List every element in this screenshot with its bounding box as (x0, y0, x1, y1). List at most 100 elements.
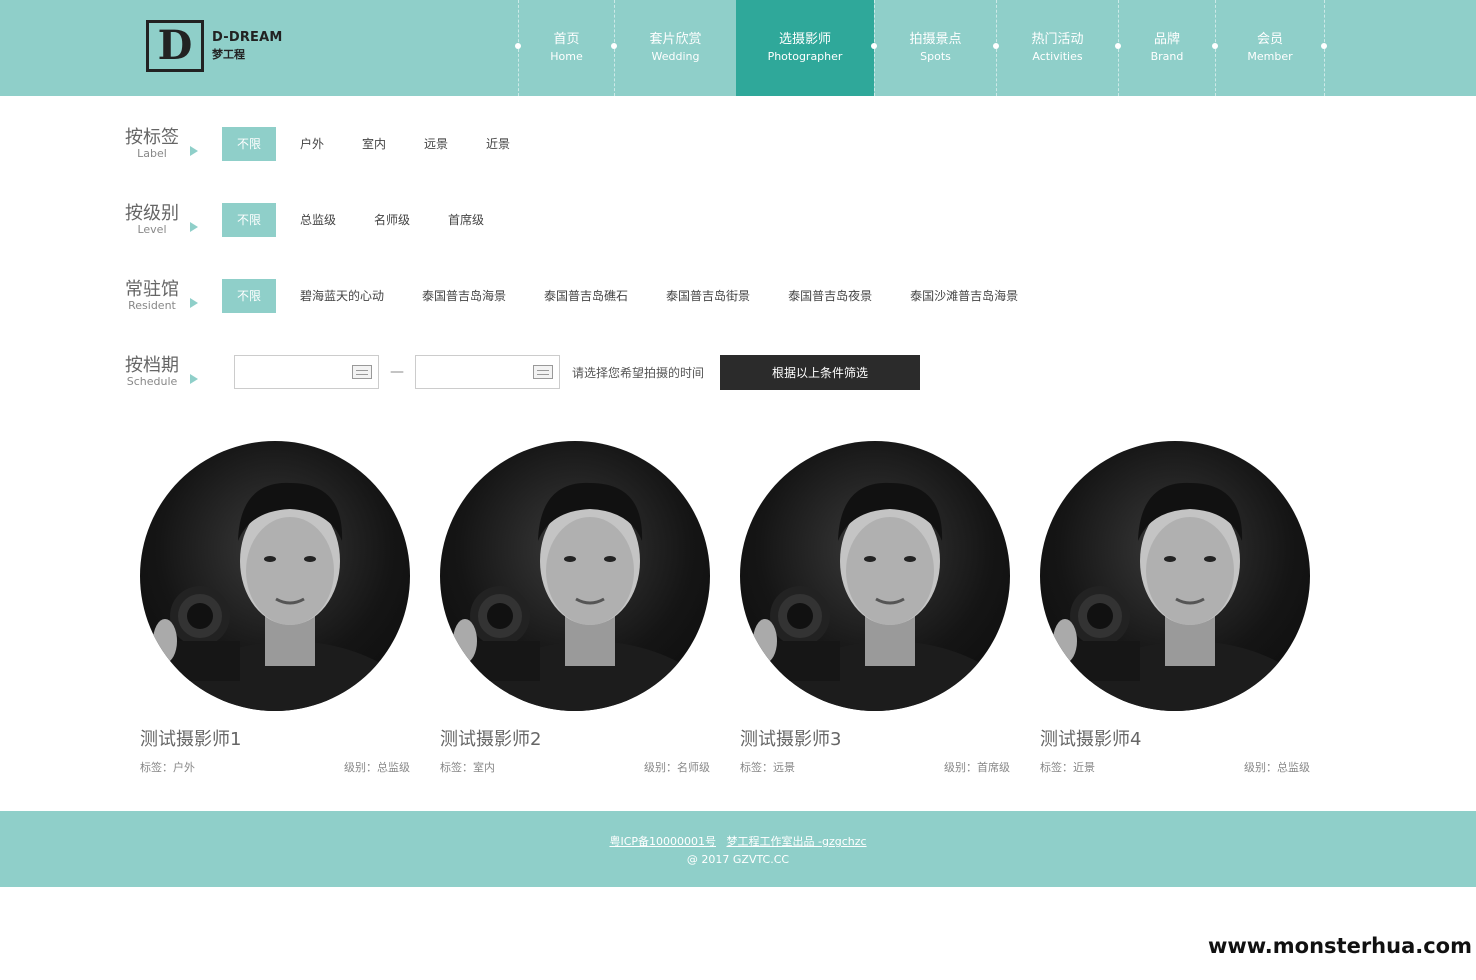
filter-label-title: 按标签 (125, 127, 179, 149)
icp-link[interactable]: 粤ICP备10000001号 (609, 835, 716, 848)
tag-value: 户外 (173, 761, 195, 774)
schedule-hint: 请选择您希望拍摄的时间 (572, 365, 705, 380)
nav-item-spots[interactable]: 拍摄景点 Spots (871, 0, 996, 96)
photographer-meta: 标签：远景 级别：首席级 (740, 759, 1010, 775)
filter-label-option[interactable]: 远景 (410, 127, 462, 161)
filter-label-option[interactable]: 室内 (348, 127, 400, 161)
photographer-card[interactable]: 测试摄影师3 标签：远景 级别：首席级 (740, 441, 1010, 775)
photographer-portrait-icon (150, 482, 410, 711)
photographer-tag: 标签：远景 (740, 759, 795, 775)
nav-separator-dot (1115, 43, 1121, 49)
nav-label-cn: 拍摄景点 (909, 32, 962, 47)
filter-resident-option[interactable]: 碧海蓝天的心动 (286, 279, 398, 313)
nav-separator-dot (871, 43, 877, 49)
photographer-tag: 标签：户外 (140, 759, 195, 775)
nav-separator-dot (515, 43, 521, 49)
photographer-level: 级别：总监级 (344, 759, 410, 775)
tag-label: 标签： (440, 761, 473, 774)
nav-label-en: Spots (920, 50, 951, 63)
site-footer: 粤ICP备10000001号 梦工程工作室出品 -gzgchzc @ 2017 … (0, 811, 1476, 887)
filter-schedule-subtitle: Schedule (126, 374, 178, 388)
photographer-meta: 标签：近景 级别：总监级 (1040, 759, 1310, 775)
level-value: 名师级 (677, 761, 710, 774)
nav-item-brand[interactable]: 品牌 Brand (1115, 0, 1215, 96)
nav-item-wedding[interactable]: 套片欣赏 Wedding (611, 0, 736, 96)
filter-level-title: 按级别 (125, 203, 179, 225)
nav-label-en: Wedding (651, 50, 700, 63)
photographer-portrait-icon (750, 482, 1010, 711)
filter-resident-title: 常驻馆 (125, 279, 179, 301)
filter-level-option[interactable]: 总监级 (286, 203, 350, 237)
main-nav: 首页 Home 套片欣赏 Wedding 选摄影师 Photographer 拍摄景点 Spo… (515, 0, 1327, 96)
level-value: 总监级 (1277, 761, 1310, 774)
filter-resident-option[interactable]: 不限 (222, 279, 276, 313)
photographer-level: 级别：总监级 (1244, 759, 1310, 775)
photographer-level: 级别：首席级 (944, 759, 1010, 775)
logo-mark-icon: D (146, 20, 204, 72)
filter-row-schedule: 按档期 Schedule — 请选择您希望拍摄的时间 根据以上条件筛选 (124, 354, 921, 390)
calendar-icon[interactable] (352, 365, 372, 379)
site-logo[interactable]: D D-DREAM 梦工程 (146, 20, 283, 72)
nav-label-cn: 热门活动 (1031, 32, 1084, 47)
photographer-card[interactable]: 测试摄影师1 标签：户外 级别：总监级 (140, 441, 410, 775)
end-date-input[interactable] (415, 355, 560, 389)
filter-label-subtitle: Label (137, 146, 167, 160)
nav-label-cn: 会员 (1256, 32, 1283, 47)
photographer-name[interactable]: 测试摄影师2 (440, 725, 710, 751)
filter-row-label: 按标签 Label 不限 户外 室内 远景 近景 (124, 126, 534, 162)
filter-label-option[interactable]: 户外 (286, 127, 338, 161)
filter-level-subtitle: Level (137, 222, 167, 236)
nav-label-cn: 套片欣赏 (649, 32, 702, 47)
site-header: D D-DREAM 梦工程 首页 Home 套片欣赏 Wedding 选摄影师 Photo… (0, 0, 1476, 96)
arrow-right-icon (190, 146, 198, 156)
nav-separator-dot (1212, 43, 1218, 49)
photographer-card[interactable]: 测试摄影师4 标签：近景 级别：总监级 (1040, 441, 1310, 775)
nav-label-en: Activities (1032, 50, 1083, 63)
level-value: 首席级 (977, 761, 1010, 774)
calendar-icon[interactable] (533, 365, 553, 379)
filter-level-option[interactable]: 首席级 (434, 203, 498, 237)
tag-value: 室内 (473, 761, 495, 774)
filter-submit-button[interactable]: 根据以上条件筛选 (720, 354, 921, 390)
nav-item-photographer[interactable]: 选摄影师 Photographer (736, 0, 874, 96)
photographer-name[interactable]: 测试摄影师4 (1040, 725, 1310, 751)
nav-item-member[interactable]: 会员 Member (1212, 0, 1324, 96)
photographer-tag: 标签：近景 (1040, 759, 1095, 775)
photographer-list: 测试摄影师1 标签：户外 级别：总监级 测试摄影师2 标签：室内 级别：名师级 … (140, 441, 1340, 775)
filter-row-resident: 常驻馆 Resident 不限 碧海蓝天的心动 泰国普吉岛海景 泰国普吉岛礁石 泰国普吉… (124, 278, 1042, 314)
photographer-avatar[interactable] (440, 441, 710, 711)
level-value: 总监级 (377, 761, 410, 774)
level-label: 级别： (944, 761, 977, 774)
photographer-avatar[interactable] (740, 441, 1010, 711)
filter-resident-option[interactable]: 泰国普吉岛海景 (408, 279, 520, 313)
photographer-avatar[interactable] (140, 441, 410, 711)
photographer-name[interactable]: 测试摄影师1 (140, 725, 410, 751)
nav-label-en: Photographer (767, 50, 843, 63)
tag-label: 标签： (140, 761, 173, 774)
photographer-card[interactable]: 测试摄影师2 标签：室内 级别：名师级 (440, 441, 710, 775)
photographer-level: 级别：名师级 (644, 759, 710, 775)
studio-link[interactable]: 梦工程工作室出品 -gzgchzc (727, 835, 867, 848)
logo-mark-letter: D (157, 22, 193, 69)
logo-text-en: D-DREAM (212, 30, 283, 46)
date-separator: — (390, 364, 404, 380)
filter-level-option[interactable]: 不限 (222, 203, 276, 237)
filter-label-option[interactable]: 不限 (222, 127, 276, 161)
filter-row-level: 按级别 Level 不限 总监级 名师级 首席级 (124, 202, 508, 238)
filter-label-option[interactable]: 近景 (472, 127, 524, 161)
nav-item-activities[interactable]: 热门活动 Activities (993, 0, 1118, 96)
nav-label-en: Member (1247, 50, 1293, 63)
filter-resident-option[interactable]: 泰国普吉岛夜景 (774, 279, 886, 313)
nav-item-home[interactable]: 首页 Home (515, 0, 614, 96)
arrow-right-icon (190, 374, 198, 384)
photographer-name[interactable]: 测试摄影师3 (740, 725, 1010, 751)
filter-resident-option[interactable]: 泰国普吉岛街景 (652, 279, 764, 313)
filter-resident-option[interactable]: 泰国沙滩普吉岛海景 (896, 279, 1032, 313)
filter-resident-option[interactable]: 泰国普吉岛礁石 (530, 279, 642, 313)
filter-level-option[interactable]: 名师级 (360, 203, 424, 237)
photographer-avatar[interactable] (1040, 441, 1310, 711)
start-date-input[interactable] (234, 355, 379, 389)
photographer-meta: 标签：户外 级别：总监级 (140, 759, 410, 775)
tag-label: 标签： (1040, 761, 1073, 774)
level-label: 级别： (644, 761, 677, 774)
